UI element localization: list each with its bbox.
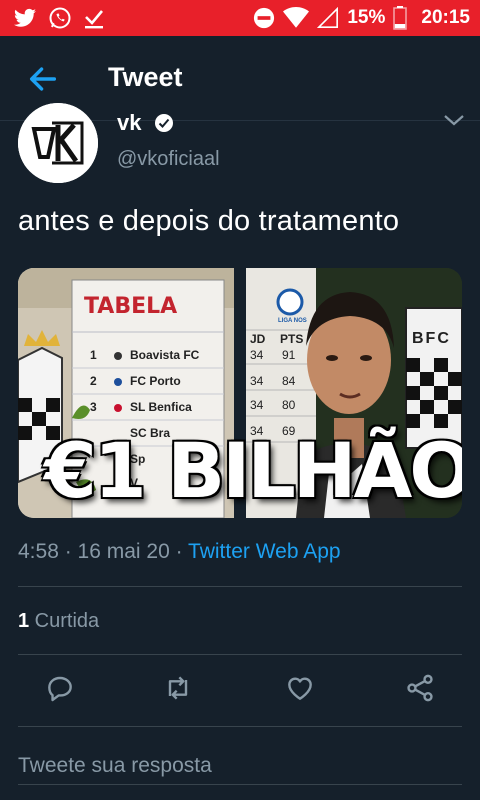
table-row-2-pos: 2	[90, 374, 97, 388]
table-row-3-team: SL Benfica	[130, 400, 192, 414]
clock: 20:15	[421, 7, 470, 28]
chevron-down-icon[interactable]	[442, 112, 466, 128]
divider	[18, 726, 462, 727]
stat-row-2-pts: 84	[282, 374, 296, 388]
tweet-actions	[0, 670, 480, 710]
stat-row-1-jd: 34	[250, 348, 264, 362]
column-pts: PTS	[280, 332, 304, 346]
signal-icon	[317, 7, 339, 28]
reply-icon	[48, 676, 72, 702]
page-title: Tweet	[108, 62, 183, 92]
column-jd: JD	[250, 332, 266, 346]
retweet-icon	[168, 676, 188, 700]
tweet-text: antes e depois do tratamento	[18, 205, 400, 237]
author-name[interactable]: vk	[117, 110, 141, 136]
vk-logo-icon	[18, 103, 98, 183]
download-done-icon	[85, 10, 103, 29]
wifi-icon	[283, 7, 310, 28]
tweet-timestamp: 4:58 · 16 mai 20 ·	[18, 540, 189, 563]
league-badge: LIGA NOS	[278, 318, 307, 324]
table-row-1-team: Boavista FC	[130, 348, 200, 362]
status-bar: 15% 20:15	[0, 0, 480, 36]
stat-row-1-pts: 91	[282, 348, 296, 362]
tweet-meta: 4:58 · 16 mai 20 · Twitter Web App	[18, 540, 341, 564]
battery-icon	[393, 6, 408, 30]
retweet-button[interactable]	[162, 672, 194, 704]
share-icon	[407, 674, 433, 702]
battery-percent: 15%	[347, 7, 386, 28]
avatar[interactable]	[18, 103, 98, 183]
divider	[18, 654, 462, 655]
divider	[18, 586, 462, 587]
table-row-2-team: FC Porto	[130, 374, 181, 388]
tweet-media[interactable]: TABELA 1 Boavista FC 2 FC Porto 3 SL Ben…	[18, 268, 462, 518]
twitter-notification-icon	[14, 8, 36, 27]
heart-icon	[288, 677, 312, 700]
author-handle[interactable]: @vkoficiaal	[117, 148, 220, 171]
likes-summary[interactable]: 1 Curtida	[18, 610, 99, 633]
stat-row-3-pts: 80	[282, 398, 296, 412]
stat-row-3-jd: 34	[250, 398, 264, 412]
whatsapp-notification-icon	[49, 7, 71, 29]
reply-input[interactable]	[18, 748, 462, 785]
source-app-link[interactable]: Twitter Web App	[188, 540, 341, 563]
table-row-3-pos: 3	[90, 400, 97, 414]
media-overlay-text: €1 BILHÃO	[44, 426, 462, 515]
share-button[interactable]	[404, 672, 436, 704]
table-title: TABELA	[84, 294, 178, 319]
back-button[interactable]	[26, 62, 60, 96]
reply-button[interactable]	[44, 672, 76, 704]
likes-count: 1	[18, 610, 30, 632]
like-button[interactable]	[284, 672, 316, 704]
crest-text: BFC	[412, 330, 451, 347]
table-row-1-pos: 1	[90, 348, 97, 362]
back-arrow-icon	[29, 67, 57, 91]
do-not-disturb-icon	[254, 7, 275, 29]
stat-row-2-jd: 34	[250, 374, 264, 388]
likes-label: Curtida	[29, 610, 100, 632]
verified-badge-icon	[155, 114, 173, 132]
